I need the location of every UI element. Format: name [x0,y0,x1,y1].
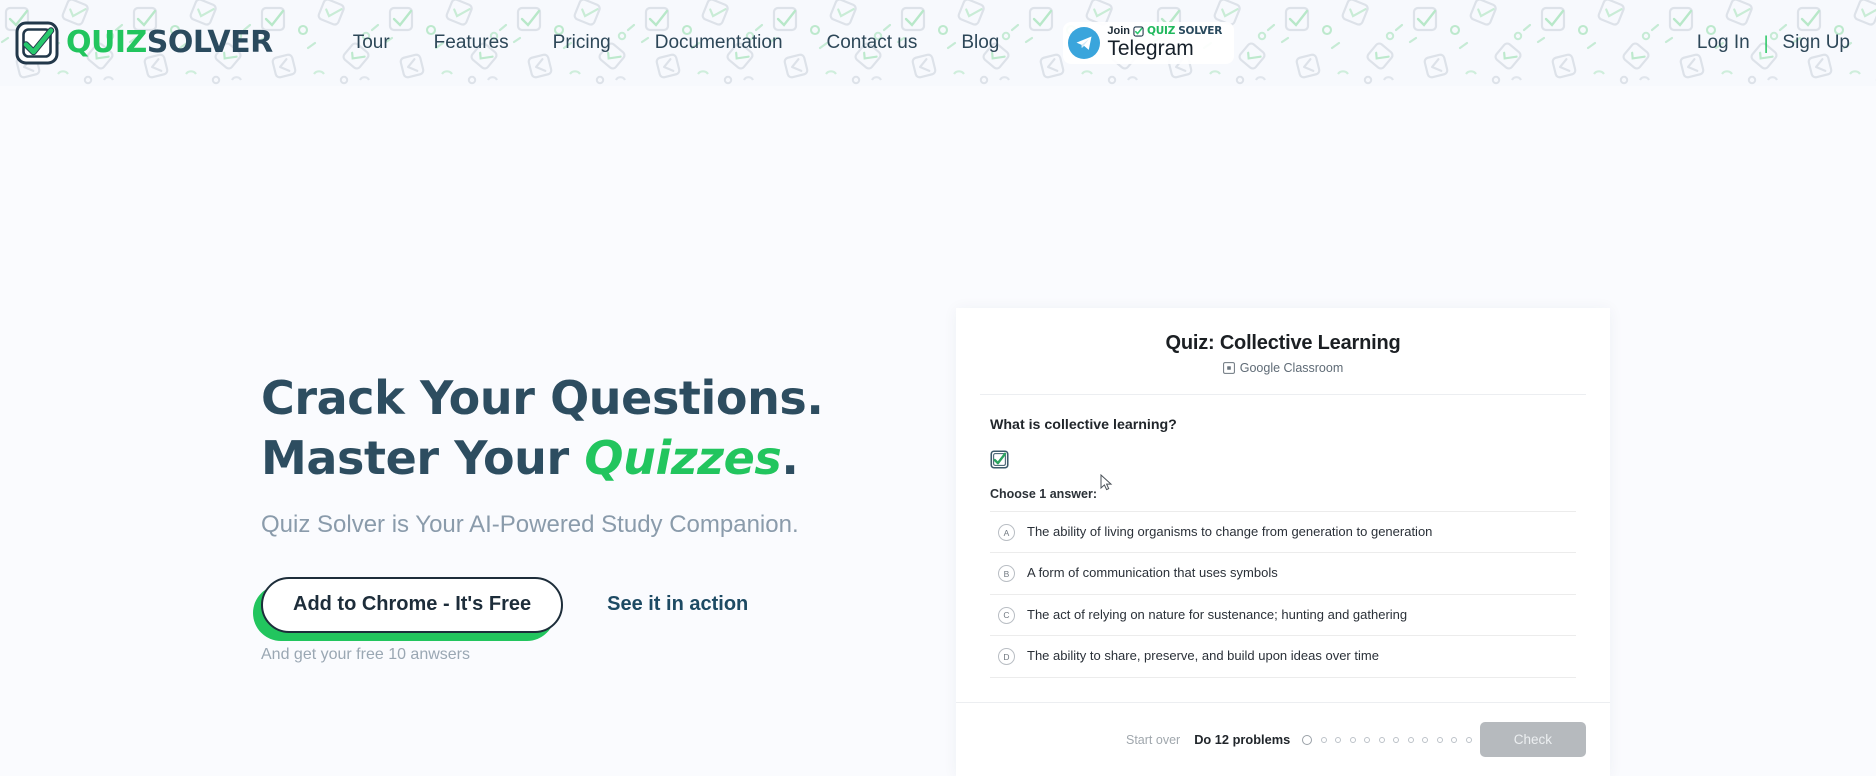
hero-cta-row: Add to Chrome - It's Free See it in acti… [253,576,900,641]
header-auth-area: Log In | Sign Up [1685,26,1862,60]
site-header: QUIZSOLVER Tour Features Pricing Documen… [0,0,1876,86]
progress-dot[interactable] [1436,736,1443,743]
do-problems-label: Do 12 problems [1194,732,1291,747]
quizsolver-mini-logo-icon [1133,26,1144,37]
answer-text-a: The ability of living organisms to chang… [1027,524,1433,539]
add-to-chrome-button-wrapper: Add to Chrome - It's Free [253,576,564,641]
join-telegram-button[interactable]: Join QUIZ SOLVER Telegram [1063,21,1235,65]
check-button[interactable]: Check [1479,722,1586,757]
telegram-paper-plane-icon [1068,26,1101,59]
progress-dot[interactable] [1451,736,1458,743]
logo-word-solver: SOLVER [146,25,273,60]
answer-letter-a: A [998,524,1015,541]
progress-dot[interactable] [1302,734,1313,745]
logo-word-quiz: QUIZ [66,25,147,60]
quiz-preview-source: Google Classroom [1222,361,1344,375]
see-it-in-action-button[interactable]: See it in action [597,579,758,630]
quizsolver-checkbox-logo-icon [15,21,59,65]
main-navigation: Tour Features Pricing Documentation Cont… [331,24,1022,62]
telegram-badge-text: Join QUIZ SOLVER Telegram [1107,24,1223,60]
site-logo[interactable]: QUIZSOLVER [14,20,273,66]
hero-title-line-1: Crack Your Questions. [261,371,824,425]
choose-answer-label: Choose 1 answer: [990,487,1097,501]
quiz-footer-inner: Start over Do 12 problems Check [956,722,1586,757]
nav-link-tour[interactable]: Tour [331,24,412,62]
hero-copy-column: Crack Your Questions. Master Your Quizze… [0,86,900,664]
telegram-brand-quiz: QUIZ [1147,25,1176,38]
quiz-source-label: Google Classroom [1239,361,1344,375]
nav-link-blog[interactable]: Blog [939,24,1021,62]
log-in-link[interactable]: Log In [1685,26,1762,60]
hero-title-accent-quizzes: Quizzes [584,430,782,485]
hero-title-line-2-prefix: Master Your [261,430,585,485]
telegram-brand-solver: SOLVER [1178,25,1223,38]
auth-separator: | [1763,32,1769,53]
start-over-button[interactable]: Start over [1126,733,1180,747]
google-classroom-icon [1222,362,1235,374]
quiz-preview-card: Quiz: Collective Learning Google Classro… [956,308,1610,776]
telegram-label: Telegram [1107,36,1194,60]
logo-wordmark: QUIZSOLVER [66,28,273,58]
free-answers-note: And get your free 10 anwsers [261,645,471,663]
telegram-join-label: Join [1107,24,1130,37]
problem-progress-dots [1302,734,1472,745]
answer-letter-b: B [998,565,1015,583]
hero-title-line-2-suffix: . [781,430,799,485]
quizsolver-checkbox-badge-icon[interactable] [990,450,1009,469]
nav-link-documentation[interactable]: Documentation [633,24,805,62]
table-row[interactable]: C The act of relying on nature for suste… [990,595,1576,637]
add-to-chrome-button[interactable]: Add to Chrome - It's Free [261,576,564,633]
quiz-preview-body: What is collective learning? Choose 1 an… [956,395,1610,678]
nav-link-contact-us[interactable]: Contact us [805,24,940,62]
table-row[interactable]: A The ability of living organisms to cha… [990,512,1576,554]
choose-answer-row: Choose 1 answer: [990,474,1576,501]
answer-letter-d: D [998,648,1015,666]
answer-letter-c: C [998,606,1015,624]
table-row[interactable]: B A form of communication that uses symb… [990,553,1576,595]
answer-text-d: The ability to share, preserve, and buil… [1027,648,1379,664]
quiz-preview-footer: Start over Do 12 problems Check [956,702,1610,776]
answer-text-c: The act of relying on nature for sustena… [1027,606,1408,622]
progress-dot[interactable] [1335,736,1342,743]
table-row[interactable]: D The ability to share, preserve, and bu… [990,636,1576,678]
page-title: Crack Your Questions. Master Your Quizze… [261,369,900,489]
quiz-preview-header: Quiz: Collective Learning Google Classro… [980,308,1586,395]
mouse-cursor-icon [1100,474,1113,491]
progress-dot[interactable] [1393,736,1400,743]
hero-subtitle: Quiz Solver is Your AI-Powered Study Com… [261,510,799,538]
telegram-join-row: Join QUIZ SOLVER [1107,24,1223,38]
answer-options-list: A The ability of living organisms to cha… [990,511,1576,678]
progress-dot[interactable] [1407,736,1414,743]
answer-text-b: A form of communication that uses symbol… [1027,565,1278,581]
progress-dot[interactable] [1378,736,1385,743]
progress-dot[interactable] [1364,736,1371,743]
nav-link-pricing[interactable]: Pricing [531,24,633,62]
progress-dot[interactable] [1349,736,1356,743]
nav-link-features[interactable]: Features [412,24,531,62]
progress-dot[interactable] [1320,736,1327,743]
sign-up-link[interactable]: Sign Up [1770,26,1862,60]
hero-section: Crack Your Questions. Master Your Quizze… [0,86,1876,776]
quiz-preview-title: Quiz: Collective Learning [1165,332,1401,354]
progress-dot[interactable] [1422,736,1429,743]
quiz-question-text: What is collective learning? [990,417,1177,433]
progress-dot[interactable] [1465,736,1472,743]
header-content: QUIZSOLVER Tour Features Pricing Documen… [0,0,1876,86]
